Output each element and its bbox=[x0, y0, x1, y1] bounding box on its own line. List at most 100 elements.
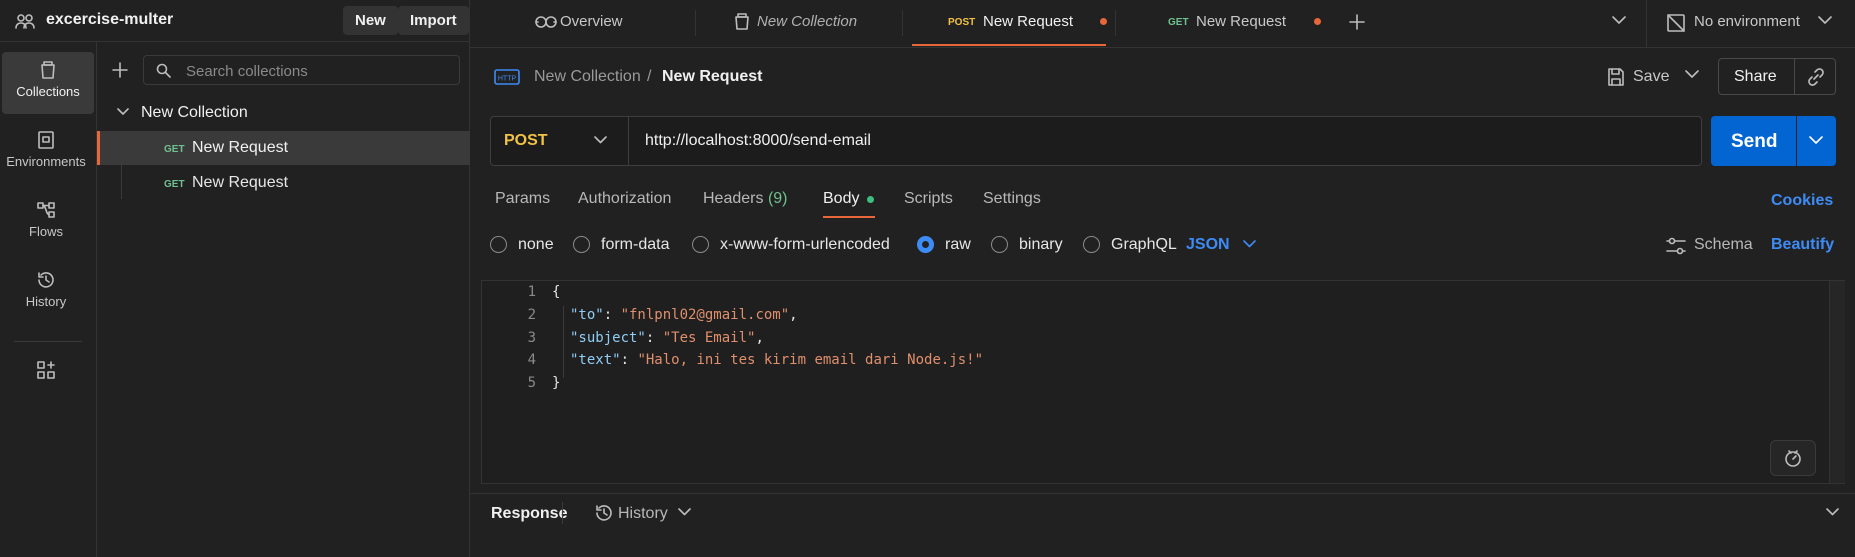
radio-raw-label[interactable]: raw bbox=[945, 236, 971, 254]
environment-selector[interactable]: No environment bbox=[1694, 13, 1800, 30]
tab-authorization[interactable]: Authorization bbox=[578, 190, 671, 208]
line-number: 1 bbox=[527, 284, 536, 300]
code-line: } bbox=[552, 375, 561, 391]
collection-tab-icon bbox=[733, 13, 751, 31]
json-key: "subject" bbox=[570, 330, 646, 346]
url-input[interactable]: http://localhost:8000/send-email bbox=[645, 132, 871, 150]
active-indicator bbox=[97, 131, 100, 165]
rail-history[interactable]: History bbox=[0, 262, 92, 324]
unsaved-dot bbox=[1314, 18, 1321, 25]
response-history-button[interactable]: History bbox=[618, 505, 668, 523]
chevron-down-icon[interactable] bbox=[594, 136, 607, 144]
chevron-down-icon[interactable] bbox=[1685, 70, 1699, 79]
request-method-badge: GET bbox=[164, 144, 185, 155]
chevron-down-icon[interactable] bbox=[1243, 240, 1256, 248]
tab-post-request[interactable]: New Request bbox=[983, 13, 1073, 30]
new-button[interactable]: New bbox=[343, 6, 398, 35]
rail-environments-label: Environments bbox=[6, 154, 86, 169]
tabs-menu-chevron-icon[interactable] bbox=[1612, 16, 1626, 25]
workspace-icon bbox=[15, 12, 35, 30]
url-divider bbox=[628, 117, 629, 165]
workspace-name[interactable]: excercise-multer bbox=[46, 11, 173, 29]
beautify-button[interactable]: Beautify bbox=[1771, 236, 1834, 254]
send-label[interactable]: Send bbox=[1731, 131, 1777, 153]
radio-urlencoded-label[interactable]: x-www-form-urlencoded bbox=[720, 236, 890, 254]
rail-history-label: History bbox=[25, 294, 67, 309]
chevron-down-icon[interactable] bbox=[678, 508, 691, 516]
headers-count: (9) bbox=[767, 190, 788, 207]
response-bar bbox=[470, 493, 1855, 557]
save-icon[interactable] bbox=[1606, 67, 1626, 87]
add-collection-icon[interactable] bbox=[112, 62, 128, 78]
tab-get-request[interactable]: New Request bbox=[1196, 13, 1286, 30]
radio-raw-selected[interactable] bbox=[917, 236, 934, 253]
tab-settings[interactable]: Settings bbox=[983, 190, 1041, 208]
tab-headers[interactable]: Headers (9) bbox=[703, 190, 788, 208]
share-button[interactable]: Share bbox=[1734, 68, 1777, 86]
radio-graphql[interactable] bbox=[1083, 236, 1100, 253]
rail-environments[interactable]: Environments bbox=[0, 122, 92, 184]
link-icon[interactable] bbox=[1806, 67, 1826, 87]
rail-flows-label: Flows bbox=[29, 224, 63, 239]
tab-method-badge: GET bbox=[1168, 17, 1189, 28]
json-trail: , bbox=[755, 330, 764, 346]
tab-overview[interactable]: Overview bbox=[560, 13, 623, 30]
format-icon bbox=[1783, 448, 1803, 468]
search-input[interactable] bbox=[184, 58, 448, 84]
collection-name: New Collection bbox=[141, 104, 248, 121]
rail-collections[interactable]: Collections bbox=[2, 52, 94, 114]
share-divider bbox=[1794, 58, 1795, 95]
method-selector[interactable]: POST bbox=[504, 132, 548, 150]
line-number: 3 bbox=[527, 330, 536, 346]
breadcrumb-collection[interactable]: New Collection bbox=[534, 68, 641, 86]
chevron-down-icon[interactable] bbox=[1818, 16, 1832, 25]
line-number: 5 bbox=[527, 375, 536, 391]
schema-icon bbox=[1666, 237, 1686, 255]
line-number: 2 bbox=[527, 307, 536, 323]
radio-none[interactable] bbox=[490, 236, 507, 253]
tab-scripts[interactable]: Scripts bbox=[904, 190, 953, 208]
radio-form-data[interactable] bbox=[573, 236, 590, 253]
code-line: { bbox=[552, 284, 561, 300]
chevron-down-icon[interactable] bbox=[117, 108, 129, 116]
rail-flows[interactable]: Flows bbox=[0, 192, 92, 254]
language-selector[interactable]: JSON bbox=[1186, 236, 1230, 254]
history-icon bbox=[38, 272, 54, 288]
save-button[interactable]: Save bbox=[1633, 68, 1669, 86]
tab-body[interactable]: Body bbox=[823, 190, 859, 208]
request-method-badge: GET bbox=[164, 179, 185, 190]
history-icon bbox=[594, 503, 614, 523]
add-ons-icon[interactable] bbox=[36, 360, 56, 380]
editor-scrollbar[interactable] bbox=[1829, 281, 1845, 483]
request-name: New Request bbox=[192, 139, 289, 156]
new-tab-icon[interactable] bbox=[1348, 13, 1366, 31]
radio-none-label[interactable]: none bbox=[518, 236, 554, 254]
tab-headers-label: Headers bbox=[703, 190, 764, 207]
no-environment-icon bbox=[1666, 13, 1686, 33]
response-divider bbox=[562, 502, 563, 524]
tab-collection[interactable]: New Collection bbox=[757, 13, 857, 30]
code-line: "to": "fnlpnl02@gmail.com", bbox=[570, 307, 798, 323]
request-name: New Request bbox=[192, 174, 289, 191]
flows-icon bbox=[37, 202, 55, 218]
radio-form-data-label[interactable]: form-data bbox=[601, 236, 669, 254]
response-title[interactable]: Response bbox=[491, 505, 567, 523]
radio-graphql-label[interactable]: GraphQL bbox=[1111, 236, 1177, 254]
code-line: "subject": "Tes Email", bbox=[570, 330, 764, 346]
cookies-link[interactable]: Cookies bbox=[1771, 192, 1833, 210]
tab-params[interactable]: Params bbox=[495, 190, 550, 208]
chevron-down-icon[interactable] bbox=[1809, 136, 1823, 145]
import-button[interactable]: Import bbox=[398, 6, 469, 35]
radio-urlencoded[interactable] bbox=[692, 236, 709, 253]
tab-method-badge: POST bbox=[948, 17, 976, 28]
collections-icon bbox=[41, 61, 55, 79]
breadcrumb-request[interactable]: New Request bbox=[662, 68, 762, 86]
expand-response-chevron-icon[interactable] bbox=[1826, 508, 1839, 516]
http-icon: HTTP bbox=[494, 67, 520, 87]
rail-collections-label: Collections bbox=[16, 84, 80, 99]
radio-binary[interactable] bbox=[991, 236, 1008, 253]
unsaved-dot bbox=[1100, 18, 1107, 25]
radio-binary-label[interactable]: binary bbox=[1019, 236, 1063, 254]
schema-button[interactable]: Schema bbox=[1694, 236, 1753, 254]
search-icon bbox=[156, 63, 171, 78]
